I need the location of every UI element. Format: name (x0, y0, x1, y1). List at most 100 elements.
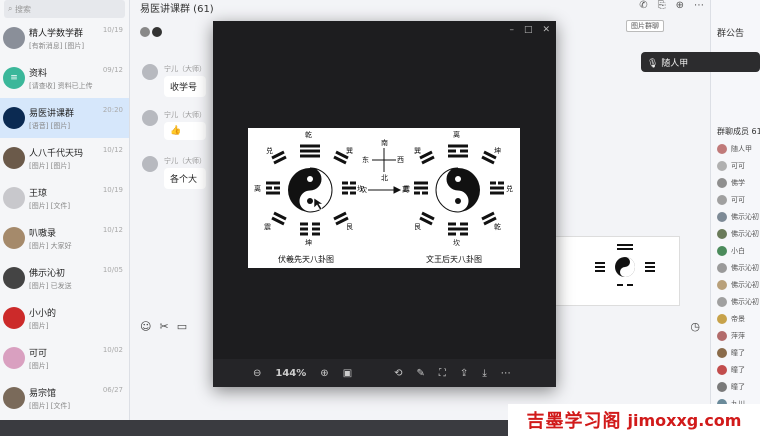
members-title: 群聊成员 61 (717, 127, 760, 136)
chat-time: 09/12 (102, 66, 123, 74)
chat-list-item[interactable]: 小小的 [图片] (0, 298, 129, 338)
member-item[interactable]: 佛示沁初 (717, 280, 759, 290)
member-item[interactable]: 佛示沁初 (717, 297, 759, 307)
member-item[interactable]: 瞳了 (717, 348, 745, 358)
chat-preview: [图片] (29, 361, 49, 370)
chat-list-item[interactable]: ≡ 资料 [请查收] 资料已上传 09/12 (0, 58, 129, 98)
chat-list-item[interactable]: 易宗馆 [图片] [文件] 06/27 (0, 378, 129, 418)
search-icon: ⌕ (8, 4, 16, 13)
member-item[interactable]: 佛示沁初 (717, 263, 759, 273)
zoom-in-icon[interactable]: ⊕ (320, 368, 328, 379)
rotate-icon[interactable]: ⟲ (394, 368, 402, 379)
member-item[interactable]: 佛示沁初 (717, 229, 759, 239)
chat-preview: [图片] [文件] (29, 201, 71, 210)
member-item[interactable]: 佛示沁初 (717, 212, 759, 222)
avatar (717, 161, 727, 171)
history-clock-icon[interactable]: ◷ (690, 320, 700, 333)
chat-time: 10/19 (102, 186, 123, 194)
compass-north: 北 (381, 174, 388, 182)
zoom-out-icon[interactable]: ⊖ (253, 368, 261, 379)
avatar (717, 297, 727, 307)
trigram-label: 兑 (266, 147, 273, 155)
message-bubble: 各个大 (164, 168, 206, 189)
more-icon[interactable]: ⋯ (501, 368, 511, 379)
maximize-icon[interactable]: □ (524, 25, 533, 35)
avatar (717, 314, 727, 324)
share-icon[interactable]: ⎘ (658, 0, 666, 11)
avatar (717, 382, 727, 392)
chat-time: 10/02 (102, 346, 123, 354)
chat-list-item[interactable]: 叭嗷录 [图片] 大家好 10/12 (0, 218, 129, 258)
chat-preview: [图片] 大家好 (29, 241, 72, 250)
avatar (3, 147, 25, 169)
member-item[interactable]: 佛学 (717, 178, 745, 188)
top-icons: ✆ ⎘ ⊕ ⋯ (639, 0, 704, 11)
member-name: 佛示沁初 (731, 281, 759, 289)
share-icon[interactable]: ⇪ (460, 368, 468, 379)
message: 宁儿（大师） 各个大 (142, 156, 206, 189)
search-input[interactable]: ⌕ 搜索 (4, 0, 125, 18)
phone-icon[interactable]: ✆ (639, 0, 647, 11)
chat-list-item[interactable]: 精人学数学群 [有新消息] [图片] 10/19 (0, 18, 129, 58)
chat-list-item[interactable]: 人八千代天玛 [图片] [图片] 10/12 (0, 138, 129, 178)
watermark-cn: 吉墨学习阁 (526, 411, 622, 432)
avatar (142, 156, 158, 172)
trigram-label: 坤 (494, 147, 501, 155)
trigram-label: 乾 (305, 131, 312, 139)
chat-preview: [语音] [图片] (29, 121, 71, 130)
member-name: 佛示沁初 (731, 230, 759, 238)
message-bubble: 收学号 (164, 76, 206, 97)
trigram-label: 震 (264, 223, 271, 231)
more-icon[interactable]: ⋯ (694, 0, 704, 11)
member-name: 瞳了 (731, 383, 745, 391)
minimize-icon[interactable]: – (509, 25, 514, 35)
avatar (3, 227, 25, 249)
member-item[interactable]: 随人甲 (717, 144, 752, 154)
voice-speaker-tooltip: 🎙 随人甲 (641, 52, 760, 72)
avatar (3, 107, 25, 129)
download-icon[interactable]: ⤓ (482, 368, 486, 379)
scissors-icon[interactable]: ✂ (159, 320, 168, 333)
folder-icon[interactable]: ▭ (177, 320, 187, 333)
chat-list-item[interactable]: 王琼 [图片] [文件] 10/19 (0, 178, 129, 218)
chat-time: 10/19 (102, 26, 123, 34)
member-item[interactable]: 可可 (717, 195, 745, 205)
avatar (3, 347, 25, 369)
taskbar-strip (0, 420, 508, 436)
chat-list-item[interactable]: 可可 [图片] 10/02 (0, 338, 129, 378)
add-member-icon[interactable]: ⊕ (676, 0, 684, 11)
top-button[interactable]: 图片群聊 (626, 20, 664, 32)
chat-list-item[interactable]: 易医讲课群 [语音] [图片] 20:20 (0, 98, 129, 138)
member-name: 随人甲 (731, 145, 752, 153)
trigram-label: 离 (254, 185, 261, 193)
avatar (717, 212, 727, 222)
member-item[interactable]: 小白 (717, 246, 745, 256)
chat-preview: [图片] (29, 321, 49, 330)
member-item[interactable]: 瞳了 (717, 365, 745, 375)
member-item[interactable]: 帝景 (717, 314, 745, 324)
image-viewer: – □ ✕ 乾 兑 离 震 坤 艮 坎 巽 离 巽 坤 震 兑 艮 坎 乾 南 … (213, 21, 556, 387)
image-message-thumbnail[interactable] (554, 236, 680, 306)
edit-icon[interactable]: ✎ (417, 368, 425, 379)
avatar (140, 27, 150, 37)
viewer-toolbar: ⊖ 144% ⊕ ▣ ⟲ ✎ ⛶ ⇪ ⤓ ⋯ (213, 359, 556, 387)
chat-list: ⌕ 搜索 精人学数学群 [有新消息] [图片] 10/19 ≡ 资料 [请查收] 资料已上… (0, 0, 130, 420)
chat-preview: [有新消息] [图片] (29, 41, 85, 50)
chat-list-item[interactable]: 佛示沁初 [图片] 已发送 10/05 (0, 258, 129, 298)
avatar (717, 348, 727, 358)
member-item[interactable]: 萍萍 (717, 331, 745, 341)
member-item[interactable]: 可可 (717, 161, 745, 171)
avatar (142, 64, 158, 80)
actual-size-icon[interactable]: ▣ (343, 368, 352, 379)
message-sender: 宁儿（大师） (164, 65, 206, 73)
watermark-en: jimoxxg.com (627, 410, 742, 430)
member-item[interactable]: 瞳了 (717, 382, 745, 392)
trigram-label: 兑 (506, 185, 513, 193)
trigram-label: 巽 (346, 147, 353, 155)
emoji-icon[interactable]: ☺ (140, 320, 151, 333)
chat-time: 10/12 (102, 226, 123, 234)
trigram-label: 坎 (453, 239, 460, 247)
text-recognize-icon[interactable]: ⛶ (439, 368, 446, 379)
close-icon[interactable]: ✕ (542, 25, 550, 35)
chat-preview: [请查收] 资料已上传 (29, 81, 93, 90)
